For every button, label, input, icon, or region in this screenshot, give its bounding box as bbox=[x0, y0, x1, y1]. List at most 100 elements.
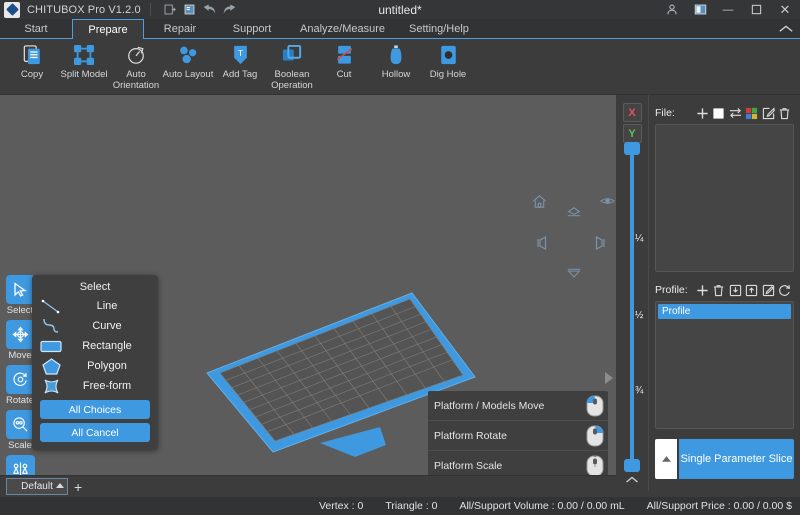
export-profile-icon[interactable] bbox=[744, 283, 759, 298]
profile-toolbar bbox=[695, 283, 794, 298]
tab-prepare[interactable]: Prepare bbox=[72, 19, 144, 39]
copy-icon bbox=[23, 44, 42, 66]
status-bar: Vertex : 0 Triangle : 0 All/Support Volu… bbox=[0, 497, 800, 515]
status-triangle: Triangle : 0 bbox=[385, 500, 437, 512]
color-icon[interactable] bbox=[744, 106, 759, 121]
ribbon-dig-hole[interactable]: Dig Hole bbox=[422, 40, 474, 80]
printer-profile-select[interactable]: Default bbox=[6, 478, 68, 495]
move-icon bbox=[6, 320, 35, 349]
ribbon-copy[interactable]: Copy bbox=[6, 40, 58, 80]
chevron-up-icon[interactable] bbox=[625, 475, 639, 487]
profile-list[interactable]: Profile bbox=[655, 301, 794, 429]
eye-view-icon[interactable] bbox=[600, 194, 615, 212]
add-icon[interactable] bbox=[695, 283, 710, 298]
right-side-panel: File: bbox=[648, 95, 800, 491]
title-bar: CHITUBOX Pro V1.2.0 untitled* bbox=[0, 0, 800, 19]
undo-icon[interactable] bbox=[200, 0, 220, 19]
select-option-label: Curve bbox=[66, 320, 158, 332]
home-icon[interactable] bbox=[532, 194, 547, 214]
ribbon-auto-orientation-label: Auto Orientation bbox=[113, 69, 159, 91]
ribbon-auto-orientation[interactable]: Auto Orientation bbox=[110, 40, 162, 91]
tab-setting-help[interactable]: Setting/Help bbox=[397, 19, 481, 38]
tab-analyze-measure[interactable]: Analyze/Measure bbox=[288, 19, 397, 38]
select-option-polygon[interactable]: Polygon bbox=[32, 356, 158, 376]
ribbon-split-model[interactable]: Split Model bbox=[58, 40, 110, 80]
chevron-up-icon[interactable] bbox=[778, 19, 794, 39]
boolean-operation-icon bbox=[282, 44, 302, 66]
z-slider-handle-top[interactable] bbox=[624, 142, 640, 155]
top-view-icon[interactable] bbox=[566, 206, 582, 225]
tab-repair[interactable]: Repair bbox=[144, 19, 216, 38]
ribbon-add-tag-label: Add Tag bbox=[223, 69, 258, 80]
mouse-wheel-icon bbox=[586, 455, 604, 476]
ribbon-cut[interactable]: Cut bbox=[318, 40, 370, 80]
window-layout-icon[interactable] bbox=[686, 0, 714, 19]
all-cancel-button[interactable]: All Cancel bbox=[40, 423, 150, 442]
close-button[interactable]: ✕ bbox=[770, 0, 800, 19]
add-icon[interactable] bbox=[695, 106, 710, 121]
select-option-free-form[interactable]: Free-form bbox=[32, 376, 158, 396]
z-tick-half: ½ bbox=[635, 310, 643, 321]
svg-text:T: T bbox=[238, 49, 243, 58]
tool-scale-label: Scale bbox=[8, 440, 32, 451]
file-list[interactable] bbox=[655, 124, 794, 272]
printer-profile-value: Default bbox=[21, 481, 53, 492]
3d-viewport[interactable]: Z Y X 20 mm Platform / Models Move bbox=[0, 95, 616, 475]
left-view-icon[interactable] bbox=[536, 235, 548, 256]
import-profile-icon[interactable] bbox=[728, 283, 743, 298]
select-popup-panel: Select Line Curve bbox=[32, 275, 158, 450]
axis-button-y[interactable]: Y bbox=[623, 124, 642, 143]
profile-section-header: Profile: bbox=[655, 279, 794, 301]
add-printer-button[interactable]: + bbox=[74, 480, 82, 494]
right-view-icon[interactable] bbox=[594, 235, 606, 256]
tab-start[interactable]: Start bbox=[0, 19, 72, 38]
triangle-right-icon[interactable] bbox=[604, 371, 614, 390]
tool-rotate-label: Rotate bbox=[6, 395, 34, 406]
select-all-icon[interactable] bbox=[711, 106, 726, 121]
select-option-line[interactable]: Line bbox=[32, 296, 158, 316]
cut-icon bbox=[335, 44, 354, 66]
redo-icon[interactable] bbox=[220, 0, 240, 19]
ribbon-auto-layout[interactable]: Auto Layout bbox=[162, 40, 214, 80]
line-icon bbox=[36, 299, 66, 314]
status-price: All/Support Price : 0.00 / 0.00 $ bbox=[647, 500, 792, 512]
mirror-icon bbox=[6, 455, 35, 475]
ribbon-add-tag[interactable]: T Add Tag bbox=[214, 40, 266, 80]
view-navigation-cluster bbox=[528, 191, 614, 283]
select-option-label: Free-form bbox=[66, 380, 158, 392]
export-icon[interactable] bbox=[180, 0, 200, 19]
menu-tab-bar: Start Prepare Repair Support Analyze/Mea… bbox=[0, 19, 800, 39]
swap-icon[interactable] bbox=[728, 106, 743, 121]
scale-icon bbox=[6, 410, 35, 439]
ribbon-split-model-label: Split Model bbox=[61, 69, 108, 80]
edit-icon[interactable] bbox=[761, 106, 776, 121]
z-slider-track[interactable] bbox=[630, 142, 634, 472]
tab-support[interactable]: Support bbox=[216, 19, 288, 38]
ribbon-hollow[interactable]: Hollow bbox=[370, 40, 422, 80]
select-option-rectangle[interactable]: Rectangle bbox=[32, 336, 158, 356]
axis-button-x[interactable]: X bbox=[623, 103, 642, 122]
tool-select-label: Select bbox=[7, 305, 33, 316]
profile-list-item[interactable]: Profile bbox=[658, 304, 791, 319]
select-option-curve[interactable]: Curve bbox=[32, 316, 158, 336]
tool-mirror[interactable]: Mirror bbox=[2, 455, 38, 475]
minimize-button[interactable]: — bbox=[714, 0, 742, 19]
free-form-icon bbox=[36, 378, 66, 395]
delete-icon[interactable] bbox=[711, 283, 726, 298]
edit-profile-icon[interactable] bbox=[761, 283, 776, 298]
title-divider bbox=[150, 3, 151, 16]
polygon-icon bbox=[36, 358, 66, 375]
single-parameter-slice-button[interactable]: Single Parameter Slice bbox=[679, 439, 794, 479]
caret-up-icon[interactable] bbox=[655, 439, 677, 479]
z-slider-handle-bottom[interactable] bbox=[624, 459, 640, 472]
all-choices-button[interactable]: All Choices bbox=[40, 400, 150, 419]
ribbon-boolean-operation[interactable]: Boolean Operation bbox=[266, 40, 318, 91]
delete-icon[interactable] bbox=[777, 106, 792, 121]
account-icon[interactable] bbox=[658, 0, 686, 19]
maximize-button[interactable] bbox=[742, 0, 770, 19]
refresh-icon[interactable] bbox=[777, 283, 792, 298]
profile-section-title: Profile: bbox=[655, 284, 695, 296]
bottom-view-icon[interactable] bbox=[566, 265, 582, 284]
import-icon[interactable] bbox=[160, 0, 180, 19]
ribbon-hollow-label: Hollow bbox=[382, 69, 411, 80]
